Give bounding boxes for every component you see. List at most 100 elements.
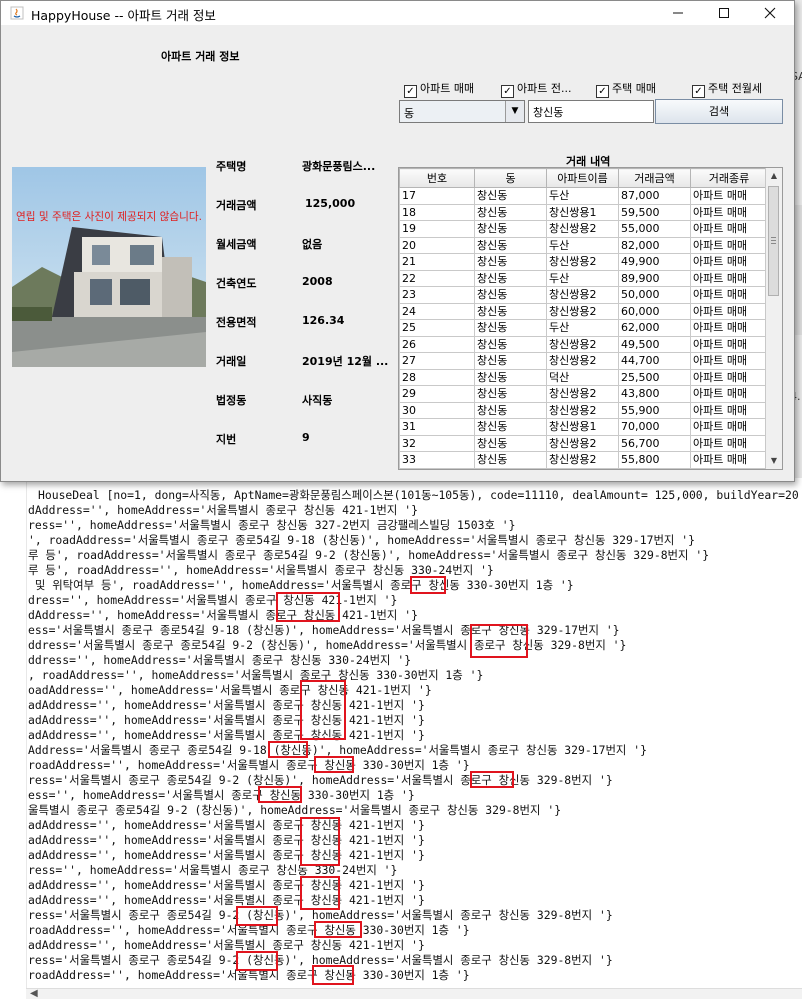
cell-amount: 49,900 xyxy=(618,253,691,271)
console-line: 울특별시 종로구 종로54길 9-2 (창신동)', homeAddress='… xyxy=(28,803,562,817)
cell-amount: 82,000 xyxy=(618,236,691,254)
cell-deal-type: 아파트 매매 xyxy=(690,385,768,403)
table-row[interactable]: 28 창신동 덕산 25,500 아파트 매매 xyxy=(399,368,768,386)
cell-dong: 창신동 xyxy=(474,302,547,320)
table-row[interactable]: 31 창신동 창신쌍용1 70,000 아파트 매매 xyxy=(399,418,768,436)
filter-apt-sale-checkbox[interactable]: ✓ 아파트 매매 xyxy=(404,80,474,98)
minimize-button[interactable] xyxy=(655,1,701,25)
cell-deal-type: 아파트 매매 xyxy=(690,203,768,221)
cell-deal-type: 아파트 매매 xyxy=(690,418,768,436)
table-row[interactable]: 30 창신동 창신쌍용2 55,900 아파트 매매 xyxy=(399,401,768,419)
console-horizontal-scrollbar[interactable]: ◀ xyxy=(26,988,802,999)
column-header-deal-type[interactable]: 거래종류 xyxy=(690,168,768,188)
cell-apt-name: 창신쌍용2 xyxy=(546,286,619,304)
console-line: adAddress='', homeAddress='서울특별시 종로구 창신동… xyxy=(28,728,425,742)
maximize-button[interactable] xyxy=(701,1,747,25)
cell-dong: 창신동 xyxy=(474,253,547,271)
table-row[interactable]: 25 창신동 두산 62,000 아파트 매매 xyxy=(399,319,768,337)
column-header-dong[interactable]: 동 xyxy=(474,168,547,188)
scroll-down-icon[interactable]: ▼ xyxy=(766,453,782,469)
table-vertical-scrollbar[interactable]: ▲ ▼ xyxy=(765,168,782,469)
cell-deal-type: 아파트 매매 xyxy=(690,368,768,386)
cell-apt-name: 창신쌍용2 xyxy=(546,302,619,320)
filter-house-sale-checkbox[interactable]: ✓ 주택 매매 xyxy=(596,80,656,98)
highlight-box xyxy=(258,786,302,803)
cell-amount: 50,000 xyxy=(618,286,691,304)
cell-dong: 창신동 xyxy=(474,269,547,287)
table-row[interactable]: 22 창신동 두산 89,900 아파트 매매 xyxy=(399,269,768,287)
chevron-down-icon[interactable]: ▼ xyxy=(505,101,524,122)
cell-deal-type: 아파트 매매 xyxy=(690,220,768,238)
table-row[interactable]: 19 창신동 창신쌍용2 55,000 아파트 매매 xyxy=(399,220,768,238)
column-header-apt-name[interactable]: 아파트이름 xyxy=(546,168,619,188)
table-header-row: 번호 동 아파트이름 거래금액 거래종류 xyxy=(399,168,768,188)
cell-deal-type: 아파트 매매 xyxy=(690,286,768,304)
console-line: adAddress='', homeAddress='서울특별시 종로구 창신동… xyxy=(28,713,425,727)
console-line: oadAddress='', homeAddress='서울특별시 종로구 창신… xyxy=(28,683,432,697)
cell-deal-type: 아파트 매매 xyxy=(690,187,768,205)
cell-dong: 창신동 xyxy=(474,467,547,469)
cell-amount: 60,000 xyxy=(618,302,691,320)
column-header-number[interactable]: 번호 xyxy=(399,168,475,188)
checkbox-checked-icon: ✓ xyxy=(404,85,417,98)
checkbox-label: 주택 매매 xyxy=(612,82,656,95)
table-row[interactable]: 17 창신동 두산 87,000 아파트 매매 xyxy=(399,187,768,205)
console-line: 및 위탁여부 등', roadAddress='', homeAddress='… xyxy=(28,578,574,592)
cell-number: 115 xyxy=(399,467,475,469)
table-row[interactable]: 20 창신동 두산 82,000 아파트 매매 xyxy=(399,236,768,254)
detail-label: 건축연도 xyxy=(216,277,257,290)
console-line: ', roadAddress='서울특별시 종로구 종로54길 9-18 (창신… xyxy=(28,533,695,547)
cell-dong: 창신동 xyxy=(474,385,547,403)
table-row[interactable]: 27 창신동 창신쌍용2 44,700 아파트 매매 xyxy=(399,352,768,370)
title-bar[interactable]: HappyHouse -- 아파트 거래 정보 xyxy=(1,1,794,25)
cell-apt-name: 창신쌍용2 xyxy=(546,253,619,271)
cell-deal-type: 아파트 매매 xyxy=(690,434,768,452)
table-row[interactable]: 29 창신동 창신쌍용2 43,800 아파트 매매 xyxy=(399,385,768,403)
deal-table-container[interactable]: 번호 동 아파트이름 거래금액 거래종류 17 창신동 두산 87,000 아파트 매매… xyxy=(398,167,783,470)
checkbox-checked-icon: ✓ xyxy=(692,85,705,98)
highlight-box xyxy=(312,965,354,985)
cell-apt-name: 창신쌍용1 xyxy=(546,467,619,469)
console-line: dress='', homeAddress='서울특별시 종로구 창신동 421… xyxy=(28,593,398,607)
table-row[interactable]: 21 창신동 창신쌍용2 49,900 아파트 매매 xyxy=(399,253,768,271)
dong-search-input[interactable] xyxy=(528,100,654,123)
console-line: ddress='', homeAddress='서울특별시 종로구 창신동 33… xyxy=(28,653,412,667)
cell-apt-name: 덕산 xyxy=(546,368,619,386)
filter-apt-rent-checkbox[interactable]: ✓ 아파트 전... xyxy=(501,80,571,98)
table-row[interactable]: 23 창신동 창신쌍용2 50,000 아파트 매매 xyxy=(399,286,768,304)
table-row[interactable]: 26 창신동 창신쌍용2 49,500 아파트 매매 xyxy=(399,335,768,353)
column-header-amount[interactable]: 거래금액 xyxy=(618,168,691,188)
highlight-box xyxy=(236,906,278,926)
filter-house-rent-checkbox[interactable]: ✓ 주택 전월세 xyxy=(692,80,762,98)
search-button[interactable]: 검색 xyxy=(655,99,783,124)
table-row[interactable]: 24 창신동 창신쌍용2 60,000 아파트 매매 xyxy=(399,302,768,320)
table-row[interactable]: 18 창신동 창신쌍용1 59,500 아파트 매매 xyxy=(399,203,768,221)
table-row[interactable]: 115창신동창신쌍용1 아파트 전... xyxy=(399,467,768,469)
highlight-box xyxy=(300,876,340,910)
console-line: ress='서울특별시 종로구 종로54길 9-2 (창신동)', homeAd… xyxy=(28,773,613,787)
scrollbar-thumb[interactable] xyxy=(768,186,779,296)
scroll-up-icon[interactable]: ▲ xyxy=(766,168,782,184)
happyhouse-window: HappyHouse -- 아파트 거래 정보 아파트 거래 정보 ✓ 아파트 매… xyxy=(0,0,795,482)
cell-deal-type: 아파트 매매 xyxy=(690,236,768,254)
checkbox-label: 아파트 매매 xyxy=(420,82,475,95)
cell-amount: 89,900 xyxy=(618,269,691,287)
console-output: HouseDeal [no=1, dong=사직동, AptName=광화문풍림… xyxy=(0,478,802,999)
cell-number: 18 xyxy=(399,203,475,221)
cell-apt-name: 두산 xyxy=(546,269,619,287)
search-type-select[interactable]: 동 ▼ xyxy=(399,100,525,123)
cell-apt-name: 창신쌍용2 xyxy=(546,352,619,370)
cell-apt-name: 창신쌍용2 xyxy=(546,451,619,469)
highlight-box xyxy=(410,576,446,594)
console-line: ddress='서울특별시 종로구 종로54길 9-2 (창신동)', home… xyxy=(28,638,627,652)
cell-apt-name: 두산 xyxy=(546,319,619,337)
highlight-box xyxy=(314,921,362,938)
table-row[interactable]: 32 창신동 창신쌍용2 56,700 아파트 매매 xyxy=(399,434,768,452)
console-line: ess='서울특별시 종로구 종로54길 9-18 (창신동)', homeAd… xyxy=(28,623,620,637)
window-title: HappyHouse -- 아파트 거래 정보 xyxy=(31,8,216,23)
cell-amount: 55,000 xyxy=(618,220,691,238)
cell-number: 29 xyxy=(399,385,475,403)
scroll-left-icon[interactable]: ◀ xyxy=(30,988,38,999)
close-button[interactable] xyxy=(747,1,793,25)
table-row[interactable]: 33 창신동 창신쌍용2 55,800 아파트 매매 xyxy=(399,451,768,469)
